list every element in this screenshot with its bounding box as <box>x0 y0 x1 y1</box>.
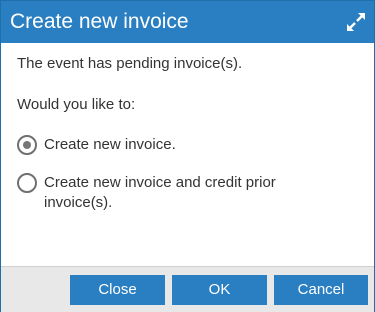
radio-create-and-credit[interactable] <box>17 173 37 193</box>
prompt-text: Would you like to: <box>17 96 136 113</box>
dialog-footer: Close OK Cancel <box>1 266 374 312</box>
radio-create-new[interactable] <box>17 135 37 155</box>
option-create-new[interactable]: Create new invoice. <box>17 135 357 157</box>
option-create-new-label[interactable]: Create new invoice. <box>44 135 344 155</box>
option-create-and-credit-label[interactable]: Create new invoice and credit prior invo… <box>44 173 344 213</box>
cancel-button[interactable]: Cancel <box>274 275 368 305</box>
ok-button[interactable]: OK <box>172 275 267 305</box>
pending-message: The event has pending invoice(s). <box>17 55 243 72</box>
create-invoice-dialog: Create new invoice The event has pending… <box>0 0 375 312</box>
expand-icon[interactable] <box>345 11 367 33</box>
option-create-and-credit[interactable]: Create new invoice and credit prior invo… <box>17 173 357 217</box>
dialog-body: The event has pending invoice(s). Would … <box>1 43 374 266</box>
dialog-titlebar: Create new invoice <box>1 1 374 43</box>
close-button[interactable]: Close <box>70 275 165 305</box>
dialog-title: Create new invoice <box>10 10 189 33</box>
